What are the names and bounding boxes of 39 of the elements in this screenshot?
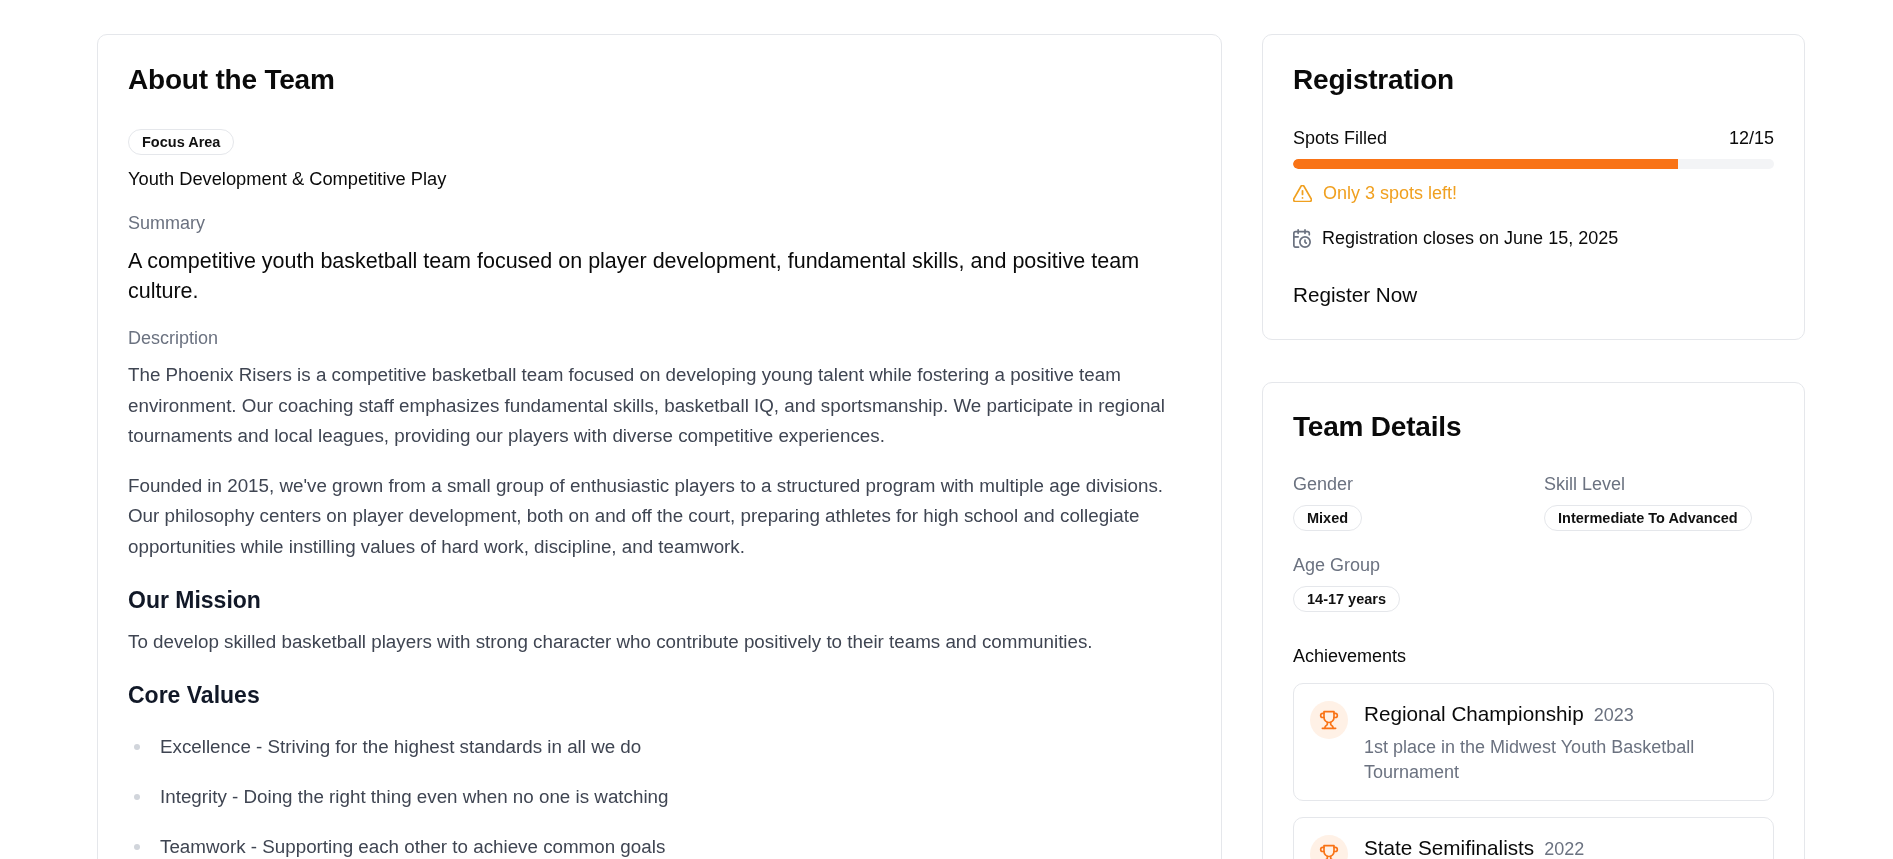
field-value-tag: Mixed (1293, 505, 1363, 531)
trophy-icon (1310, 701, 1348, 739)
description-paragraph: The Phoenix Risers is a competitive basketball team focused on developing young talent while fostering a positive team environment. Our coaching staff emphasizes fundamental skills, basketball IQ, and sportsmanship. We participate in regional tournaments and local leagues, providing our players with diverse competitive experiences. (128, 363, 1166, 448)
achievement-title: State Semifinalists (1364, 835, 1535, 859)
achievement-year: 2023 (1593, 704, 1634, 727)
achievement-description: 1st place in the Midwest Youth Basketball Tournament (1364, 736, 1696, 784)
spots-left-warning: Only 3 spots left! (1323, 182, 1458, 205)
bullet-icon (134, 794, 140, 800)
field-label: Age Group (1293, 554, 1382, 577)
calendar-clock-icon (1293, 228, 1311, 248)
register-button[interactable]: Register Now (1293, 280, 1418, 310)
field-value-tag: Intermediate To Advanced (1544, 505, 1752, 531)
section-label: Summary (128, 212, 206, 235)
focus-area-tag: Focus Area (128, 129, 235, 155)
achievement-year: 2022 (1544, 838, 1585, 859)
description-paragraph: Founded in 2015, we've grown from a small group of enthusiastic players to a structured program with multiple age divisions. Our philosophy centers on player development, both on and off the court, preparing athletes for high school and collegiate opportunities while instilling values of hard work, discipline, and teamwork. (128, 473, 1164, 559)
field-label: Skill Level (1544, 473, 1627, 496)
bullet-icon (134, 744, 140, 750)
registration-deadline: Registration closes on June 15, 2025 (1322, 227, 1619, 250)
field-label: Gender (1293, 473, 1355, 496)
spots-filled-label: Spots Filled (1293, 127, 1388, 150)
core-value-item: Teamwork - Supporting each other to achieve common goals (160, 835, 666, 859)
card-title: Registration (1293, 63, 1455, 97)
card-title: About the Team (128, 63, 336, 97)
achievement-title: Regional Championship (1364, 701, 1584, 727)
section-label: Description (128, 327, 220, 350)
section-heading: Our Mission (128, 586, 262, 615)
warning-icon (1293, 184, 1312, 202)
card-title: Team Details (1293, 410, 1463, 444)
bullet-icon (134, 844, 140, 850)
achievements-heading: Achievements (1293, 645, 1408, 668)
focus-area-value: Youth Development & Competitive Play (128, 167, 448, 191)
summary-text: A competitive youth basketball team focused on player development, fundamental skills, and positive team culture. (128, 248, 1141, 305)
spots-count: 12/15 (1728, 127, 1774, 150)
mission-text: To develop skilled basketball players with strong character who contribute positively to their teams and communities. (128, 630, 1094, 654)
core-value-item: Integrity - Doing the right thing even when no one is watching (160, 785, 669, 809)
core-value-item: Excellence - Striving for the highest standards in all we do (160, 735, 642, 759)
field-value-tag: 14-17 years (1293, 586, 1400, 612)
section-heading: Core Values (128, 681, 261, 710)
